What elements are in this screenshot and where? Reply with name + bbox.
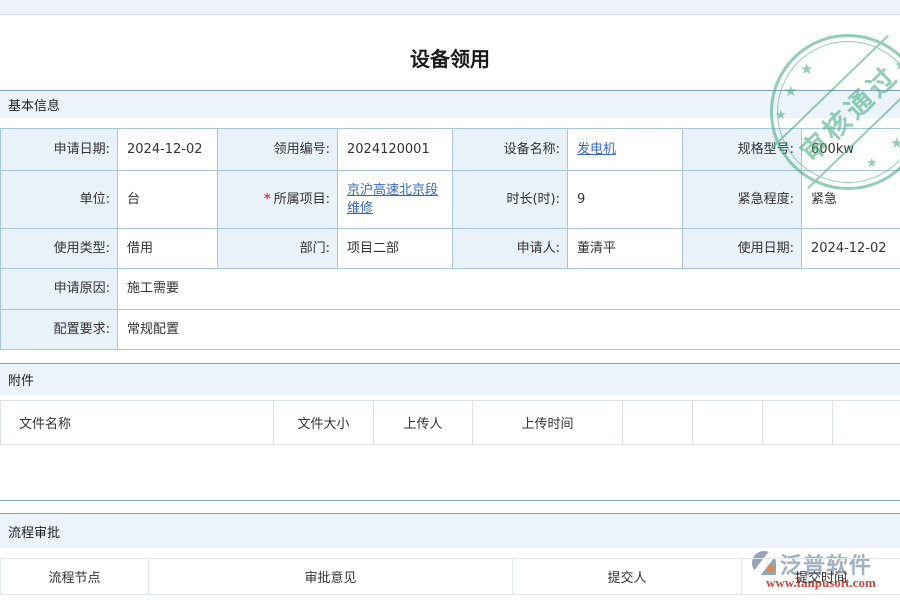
field-label-spec-model: 规格型号: [683,129,802,171]
field-value-apply-reason: 施工需要 [118,269,900,310]
approval-col-submit-time: 提交时间 [742,559,900,595]
field-value-duration: 9 [568,171,683,229]
required-asterisk: * [264,191,271,209]
field-value-usage-date: 2024-12-02 [802,229,900,269]
attach-col-empty-1 [623,401,693,445]
field-label-requisition-no: 领用编号: [218,129,338,171]
field-value-urgency: 紧急 [802,171,900,229]
section-header-approval: 流程审批 [0,513,900,548]
top-bar [0,0,900,15]
attach-col-file-name: 文件名称 [1,401,274,445]
field-label-device-name: 设备名称: [453,129,568,171]
attachments-section-divider [0,500,900,501]
attachments-table-header: 文件名称 文件大小 上传人 上传时间 [0,400,900,445]
field-value-apply-date: 2024-12-02 [118,129,218,171]
attach-col-empty-4 [833,401,900,445]
field-value-spec-model: 600kw [802,129,900,171]
section-title-basic: 基本信息 [8,95,60,114]
project-label-text: 所属项目: [274,191,330,209]
section-header-basic-info: 基本信息 [0,90,900,118]
attach-col-uploader: 上传人 [374,401,473,445]
field-label-usage-date: 使用日期: [683,229,802,269]
approval-table-header: 流程节点 审批意见 提交人 提交时间 [0,558,900,595]
field-label-unit: 单位: [1,171,118,229]
field-label-config-requirement: 配置要求: [1,310,118,350]
page-title: 设备领用 [0,44,900,74]
section-title-attachments: 附件 [8,370,34,389]
attach-col-empty-3 [763,401,833,445]
attach-col-file-size: 文件大小 [274,401,374,445]
section-title-approval: 流程审批 [8,522,60,541]
device-name-link[interactable]: 发电机 [577,141,616,159]
field-value-config-requirement: 常规配置 [118,310,900,350]
field-value-requisition-no: 2024120001 [338,129,453,171]
approval-col-flow-node: 流程节点 [1,559,149,595]
approval-col-opinion: 审批意见 [149,559,513,595]
basic-info-table: 申请日期: 2024-12-02 领用编号: 2024120001 设备名称: … [0,128,900,350]
attach-col-upload-time: 上传时间 [473,401,623,445]
field-value-device-name: 发电机 [568,129,683,171]
field-label-urgency: 紧急程度: [683,171,802,229]
section-header-attachments: 附件 [0,363,900,395]
attach-col-empty-2 [693,401,763,445]
approval-col-submitter: 提交人 [513,559,742,595]
field-value-applicant: 董清平 [568,229,683,269]
field-label-apply-date: 申请日期: [1,129,118,171]
project-link[interactable]: 京沪高速北京段维修 [347,182,446,217]
field-value-unit: 台 [118,171,218,229]
field-label-apply-reason: 申请原因: [1,269,118,310]
field-label-department: 部门: [218,229,338,269]
field-value-department: 项目二部 [338,229,453,269]
field-label-duration: 时长(时): [453,171,568,229]
field-label-applicant: 申请人: [453,229,568,269]
field-label-usage-type: 使用类型: [1,229,118,269]
field-value-usage-type: 借用 [118,229,218,269]
field-value-project: 京沪高速北京段维修 [338,171,453,229]
field-label-project: * 所属项目: [218,171,338,229]
